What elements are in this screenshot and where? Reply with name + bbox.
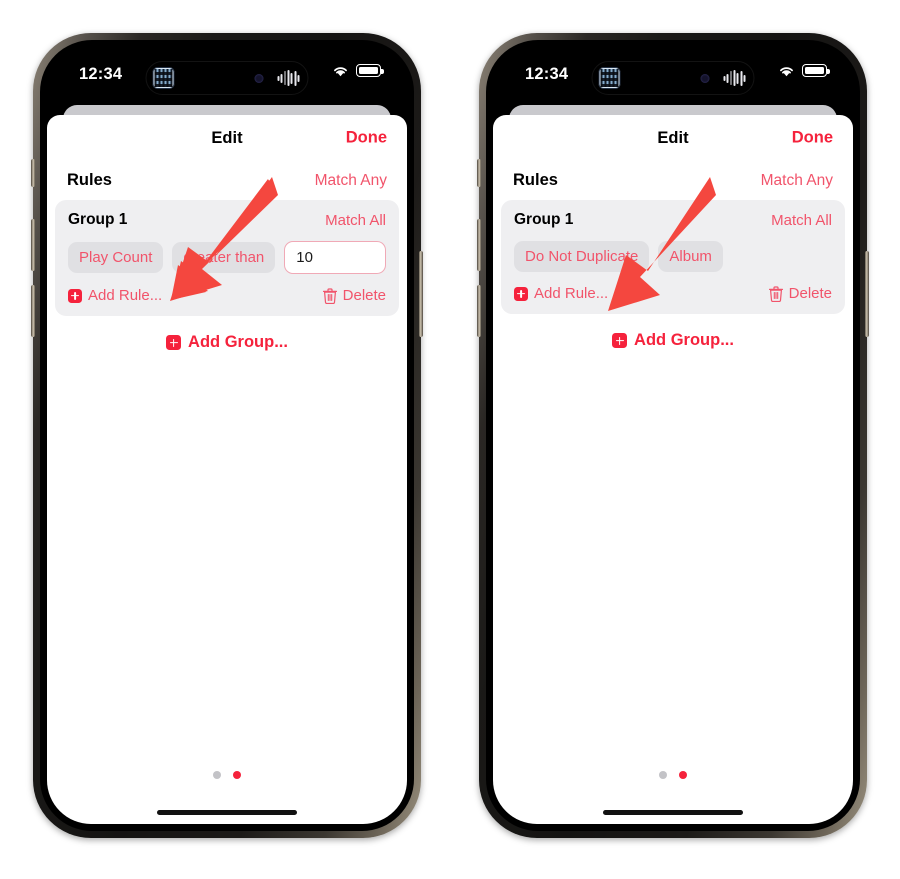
plus-icon (68, 288, 82, 303)
page-dot-2[interactable] (679, 771, 687, 779)
phone-screen: 12:34 Edit Done Rules Match Any Group 1 … (493, 47, 853, 824)
audio-waveform-icon (723, 70, 746, 86)
rule-group-card: Group 1 Match All Play Count greater tha… (55, 200, 399, 316)
add-group-button[interactable]: Add Group... (47, 333, 407, 352)
volume-up-button[interactable] (477, 219, 481, 271)
rule-group-name: Group 1 (68, 211, 128, 228)
battery-full-icon (802, 64, 830, 77)
wifi-icon (780, 67, 793, 77)
add-rule-button[interactable]: Add Rule... (68, 287, 162, 304)
navigation-bar: Edit Done (47, 115, 407, 161)
delete-label: Delete (788, 285, 832, 302)
status-bar-indicators (778, 64, 830, 77)
status-bar-clock: 12:34 (525, 65, 569, 83)
home-indicator[interactable] (603, 810, 743, 815)
plus-icon (514, 286, 528, 301)
done-button[interactable]: Done (346, 129, 387, 148)
edit-sheet: Edit Done Rules Match Any Group 1 Match … (493, 115, 853, 824)
status-bar-indicators (332, 64, 384, 77)
delete-group-button[interactable]: Delete (768, 285, 832, 302)
add-group-label: Add Group... (188, 333, 288, 351)
battery-full-icon (356, 64, 384, 77)
status-bar: 12:34 (493, 47, 853, 105)
rule-group-header: Group 1 Match All (68, 211, 386, 229)
silent-switch-button[interactable] (477, 159, 481, 187)
rule-group-header: Group 1 Match All (514, 211, 832, 229)
rule-operator-pill[interactable]: Album (658, 241, 723, 272)
phone-mockup-right: 12:34 Edit Done Rules Match Any Group 1 … (477, 33, 869, 838)
add-group-label: Add Group... (634, 331, 734, 349)
app-thumbnail-icon (598, 67, 621, 89)
page-dot-1[interactable] (659, 771, 667, 779)
rule-field-pill[interactable]: Play Count (68, 242, 164, 273)
rule-group-footer: Add Rule... Delete (514, 285, 832, 302)
screenshot-canvas: 12:34 Edit Done Rules Match Any Group 1 … (0, 0, 900, 879)
front-camera-icon (700, 73, 710, 83)
rules-section-title: Rules (513, 171, 558, 189)
front-camera-icon (254, 73, 264, 83)
done-button[interactable]: Done (792, 129, 833, 148)
match-all-selector[interactable]: Match All (771, 212, 832, 229)
page-dot-1[interactable] (213, 771, 221, 779)
rule-group-name: Group 1 (514, 211, 574, 228)
status-bar-clock: 12:34 (79, 65, 123, 83)
app-thumbnail-icon (152, 67, 175, 89)
add-rule-label: Add Rule... (534, 285, 609, 302)
plus-icon (166, 335, 182, 350)
add-rule-label: Add Rule... (88, 287, 163, 304)
plus-icon (612, 333, 628, 348)
home-indicator[interactable] (157, 810, 297, 815)
silent-switch-button[interactable] (31, 159, 35, 187)
audio-waveform-icon (277, 70, 300, 86)
phone-mockup-left: 12:34 Edit Done Rules Match Any Group 1 … (31, 33, 423, 838)
rules-section-title: Rules (67, 171, 112, 189)
page-dot-2[interactable] (233, 771, 241, 779)
trash-icon (768, 285, 783, 302)
volume-up-button[interactable] (31, 219, 35, 271)
page-indicator[interactable] (47, 771, 407, 779)
match-any-selector[interactable]: Match Any (315, 172, 387, 190)
status-bar: 12:34 (47, 47, 407, 105)
edit-sheet: Edit Done Rules Match Any Group 1 Match … (47, 115, 407, 824)
rule-field-pill[interactable]: Do Not Duplicate (514, 241, 650, 272)
page-indicator[interactable] (493, 771, 853, 779)
power-button[interactable] (419, 251, 423, 337)
page-title: Edit (211, 128, 243, 147)
volume-down-button[interactable] (31, 285, 35, 337)
page-title: Edit (657, 128, 689, 147)
rule-row: Play Count greater than (68, 241, 386, 274)
match-any-selector[interactable]: Match Any (761, 172, 833, 190)
navigation-bar: Edit Done (493, 115, 853, 161)
rules-header: Rules Match Any (47, 161, 407, 200)
rule-value-input[interactable] (284, 241, 386, 274)
dynamic-island[interactable] (145, 61, 309, 95)
power-button[interactable] (865, 251, 869, 337)
rule-operator-pill[interactable]: greater than (172, 242, 276, 273)
phone-screen: 12:34 Edit Done Rules Match Any Group 1 … (47, 47, 407, 824)
delete-label: Delete (342, 287, 386, 304)
trash-icon (322, 287, 337, 304)
volume-down-button[interactable] (477, 285, 481, 337)
dynamic-island[interactable] (591, 61, 755, 95)
rule-row: Do Not Duplicate Album (514, 241, 832, 272)
add-rule-button[interactable]: Add Rule... (514, 285, 608, 302)
rule-group-card: Group 1 Match All Do Not Duplicate Album… (501, 200, 845, 314)
delete-group-button[interactable]: Delete (322, 287, 386, 304)
rules-header: Rules Match Any (493, 161, 853, 200)
wifi-icon (334, 67, 347, 77)
rule-group-footer: Add Rule... Delete (68, 287, 386, 304)
add-group-button[interactable]: Add Group... (493, 331, 853, 350)
match-all-selector[interactable]: Match All (325, 212, 386, 229)
